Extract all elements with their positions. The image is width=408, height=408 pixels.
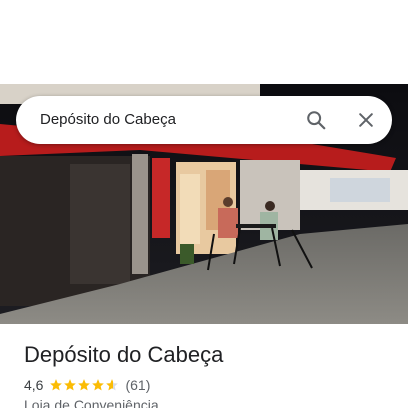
close-icon [359,113,373,127]
clear-search-button[interactable] [350,104,382,136]
star-icon [64,379,77,391]
search-box[interactable]: Depósito do Cabeça [16,96,392,144]
star-rating [49,378,119,392]
top-blank-area [0,0,408,84]
search-icon [307,111,326,130]
rating-row[interactable]: 4,6 (61) [24,376,150,394]
star-icon [106,379,119,391]
search-input[interactable]: Depósito do Cabeça [40,96,176,144]
place-category[interactable]: Loja de Conveniência [24,397,159,408]
star-icon [78,379,91,391]
star-icon [50,379,63,391]
rating-value: 4,6 [24,377,44,393]
search-button[interactable] [300,104,332,136]
star-icon [92,379,105,391]
place-info-panel: Depósito do Cabeça 4,6 (61) Loja de Conv… [0,324,408,408]
place-title: Depósito do Cabeça [24,342,224,367]
review-count[interactable]: (61) [125,377,150,393]
